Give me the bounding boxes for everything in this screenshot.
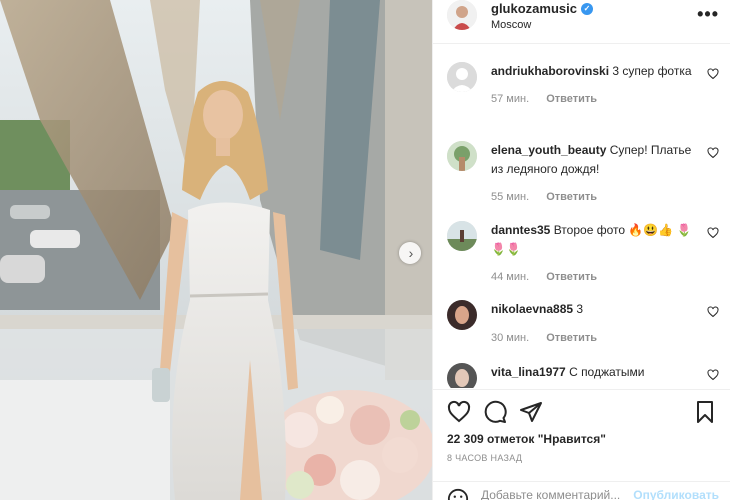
reply-button[interactable]: Ответить [546, 271, 597, 283]
more-options-icon[interactable]: ••• [697, 4, 719, 25]
comment-text: 3 [576, 302, 584, 316]
comment-text: 3 супер фотка [612, 64, 692, 78]
heart-icon[interactable] [707, 306, 719, 318]
likes-count[interactable]: 22 309 отметок "Нравится" [447, 432, 606, 446]
author-avatar-image [447, 0, 477, 30]
post-sidebar: glukozamusic ✓ Moscow ••• andriukhaborov… [432, 0, 730, 500]
chevron-right-icon: › [408, 245, 414, 261]
comment-item: vita_lina1977 С поджатыми [447, 363, 719, 388]
comment-body: elena_youth_beauty Супер! Платье из ледя… [491, 141, 697, 207]
comment-text: С поджатыми [569, 365, 645, 379]
post-location[interactable]: Moscow [491, 19, 531, 31]
commenter-avatar[interactable] [447, 300, 477, 330]
comment-item: andriukhaborovinski 3 супер фотка 57 мин… [447, 62, 719, 132]
heart-icon[interactable] [707, 147, 719, 159]
heart-icon[interactable] [447, 400, 471, 424]
post-time[interactable]: 8 ЧАСОВ НАЗАД [447, 453, 522, 463]
post-photo[interactable]: › [0, 0, 432, 500]
comment-username[interactable]: vita_lina1977 [491, 365, 566, 379]
commenter-avatar[interactable] [447, 363, 477, 388]
comment-item: nikolaevna885 3 30 мин. Ответить [447, 300, 719, 360]
comment-icon[interactable] [483, 400, 507, 424]
heart-icon[interactable] [707, 227, 719, 239]
comment-username[interactable]: andriukhaborovinski [491, 64, 609, 78]
commenter-avatar[interactable] [447, 141, 477, 171]
publish-button[interactable]: Опубликовать [633, 488, 719, 500]
comment-username[interactable]: danntes35 [491, 223, 550, 237]
comment-body: danntes35 Второе фото 🔥😃👍 🌷🌷🌷 44 мин. От… [491, 221, 697, 287]
default-avatar-icon [447, 62, 477, 92]
share-icon[interactable] [519, 400, 543, 424]
comment-item: danntes35 Второе фото 🔥😃👍 🌷🌷🌷 44 мин. От… [447, 221, 719, 291]
comment-body: andriukhaborovinski 3 супер фотка 57 мин… [491, 62, 697, 109]
commenter-avatar-image [447, 363, 477, 388]
comment-body: nikolaevna885 3 30 мин. Ответить [491, 300, 697, 348]
comment-meta: 44 мин. Ответить [491, 268, 697, 287]
instagram-post: › glukozamusic ✓ Moscow ••• andriukhabor… [0, 0, 730, 500]
smile-icon[interactable] [447, 488, 469, 500]
comment-time[interactable]: 30 мин. [491, 332, 529, 344]
author-avatar[interactable] [447, 0, 477, 30]
comment-username[interactable]: nikolaevna885 [491, 302, 573, 316]
comment-username[interactable]: elena_youth_beauty [491, 143, 606, 157]
heart-icon[interactable] [707, 369, 719, 381]
reply-button[interactable]: Ответить [546, 191, 597, 203]
comment-body: vita_lina1977 С поджатыми [491, 363, 697, 382]
commenter-avatar[interactable] [447, 62, 477, 92]
commenter-avatar-image [447, 221, 477, 251]
add-comment-bar: Опубликовать [433, 481, 730, 500]
reply-button[interactable]: Ответить [546, 93, 597, 105]
comment-item: elena_youth_beauty Супер! Платье из ледя… [447, 141, 719, 211]
verified-badge-icon: ✓ [580, 2, 593, 15]
author-username-row: glukozamusic ✓ [491, 1, 593, 16]
bookmark-icon[interactable] [693, 400, 717, 424]
next-photo-button[interactable]: › [399, 242, 421, 264]
heart-icon[interactable] [707, 68, 719, 80]
reply-button[interactable]: Ответить [546, 332, 597, 344]
comment-time[interactable]: 55 мин. [491, 191, 529, 203]
author-username[interactable]: glukozamusic [491, 1, 577, 16]
photo-scene [0, 0, 432, 500]
comment-meta: 55 мин. Ответить [491, 188, 697, 207]
comment-time[interactable]: 57 мин. [491, 93, 529, 105]
commenter-avatar-image [447, 141, 477, 171]
comment-meta: 30 мин. Ответить [491, 329, 697, 348]
commenter-avatar[interactable] [447, 221, 477, 251]
post-header: glukozamusic ✓ Moscow ••• [433, 0, 730, 44]
commenter-avatar-image [447, 300, 477, 330]
post-actions: 22 309 отметок "Нравится" 8 ЧАСОВ НАЗАД … [433, 389, 730, 500]
comment-meta: 57 мин. Ответить [491, 90, 697, 109]
comment-list: andriukhaborovinski 3 супер фотка 57 мин… [433, 45, 730, 388]
comment-time[interactable]: 44 мин. [491, 271, 529, 283]
